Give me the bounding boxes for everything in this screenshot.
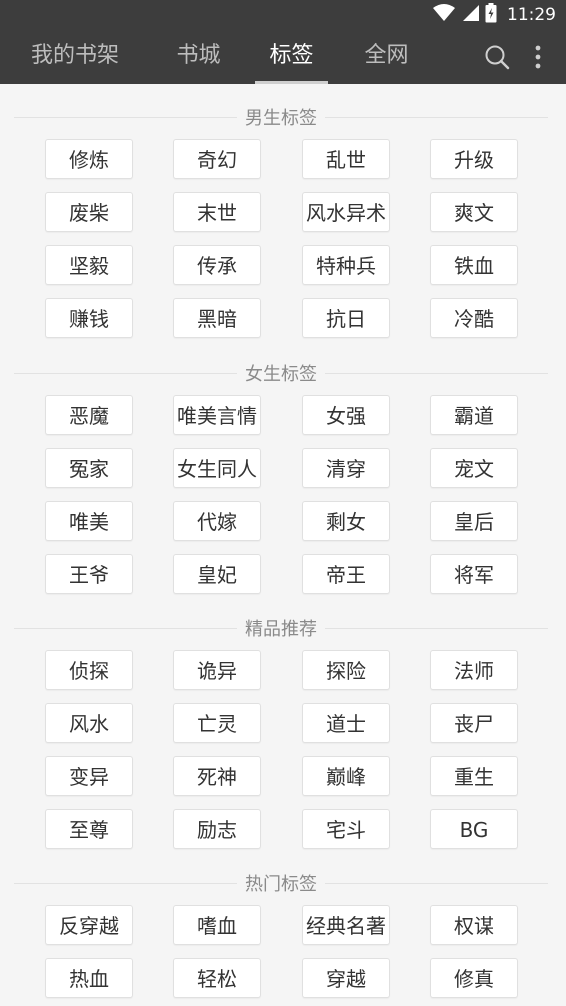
tag-button[interactable]: 剩女 (302, 501, 390, 541)
tag-button[interactable]: 铁血 (430, 245, 518, 285)
tag-button[interactable]: 风水 (45, 703, 133, 743)
tag-button[interactable]: 重生 (430, 756, 518, 796)
tag-button[interactable]: 末世 (173, 192, 261, 232)
tag-button[interactable]: 法师 (430, 650, 518, 690)
tag-button[interactable]: 女生同人 (173, 448, 261, 488)
search-icon[interactable] (483, 43, 511, 71)
tag-button[interactable]: 穿越 (302, 958, 390, 998)
tag-button[interactable]: 死神 (173, 756, 261, 796)
tag-button[interactable]: 赚钱 (45, 298, 133, 338)
tag-button[interactable]: 丧尸 (430, 703, 518, 743)
section-header: 男生标签 (14, 102, 548, 132)
section-header: 女生标签 (14, 358, 548, 388)
tag-button[interactable]: 热血 (45, 958, 133, 998)
tag-button[interactable]: 修炼 (45, 139, 133, 179)
section-header: 精品推荐 (14, 613, 548, 643)
tag-button[interactable]: 嗜血 (173, 905, 261, 945)
tag-button[interactable]: 冤家 (45, 448, 133, 488)
tag-button[interactable]: 唯美 (45, 501, 133, 541)
tag-button[interactable]: 皇后 (430, 501, 518, 541)
tag-button[interactable]: 废柴 (45, 192, 133, 232)
tag-button[interactable]: 巅峰 (302, 756, 390, 796)
tag-button[interactable]: 传承 (173, 245, 261, 285)
tag-button[interactable]: 风水异术 (302, 192, 390, 232)
tag-button[interactable]: 轻松 (173, 958, 261, 998)
tag-button[interactable]: 霸道 (430, 395, 518, 435)
tag-button[interactable]: 宠文 (430, 448, 518, 488)
tab-bookstore[interactable]: 书城 (176, 30, 221, 84)
tag-button[interactable]: 经典名著 (302, 905, 390, 945)
tag-button[interactable]: 宅斗 (302, 809, 390, 849)
tag-button[interactable]: 奇幻 (173, 139, 261, 179)
section-title: 男生标签 (237, 104, 325, 130)
section-title: 女生标签 (237, 360, 325, 386)
tag-button[interactable]: 爽文 (430, 192, 518, 232)
tab-web[interactable]: 全网 (364, 30, 409, 84)
tag-button[interactable]: 抗日 (302, 298, 390, 338)
tag-button[interactable]: 至尊 (45, 809, 133, 849)
tab-tags[interactable]: 标签 (255, 30, 328, 84)
tag-button[interactable]: 修真 (430, 958, 518, 998)
tag-button[interactable]: 皇妃 (173, 554, 261, 594)
tag-button[interactable]: 帝王 (302, 554, 390, 594)
section-header: 热门标签 (14, 868, 548, 898)
tag-button[interactable]: 清穿 (302, 448, 390, 488)
tag-button[interactable]: 恶魔 (45, 395, 133, 435)
tag-list[interactable]: 男生标签修炼 奇幻 乱世 升级废柴 末世 风水异术 爽文坚毅 传承 特种兵 铁血赚钱 黑暗 抗日 冷酷女… (0, 84, 566, 1006)
tag-button[interactable]: 代嫁 (173, 501, 261, 541)
tag-button[interactable]: 黑暗 (173, 298, 261, 338)
tag-button[interactable]: 王爷 (45, 554, 133, 594)
tag-button[interactable]: 反穿越 (45, 905, 133, 945)
tag-button[interactable]: 升级 (430, 139, 518, 179)
tag-button[interactable]: 道士 (302, 703, 390, 743)
tab-bookshelf[interactable]: 我的书架 (30, 30, 120, 84)
tag-button[interactable]: 励志 (173, 809, 261, 849)
status-icons: 11:29 (433, 0, 556, 30)
tag-button[interactable]: 女强 (302, 395, 390, 435)
tag-button[interactable]: 坚毅 (45, 245, 133, 285)
tag-button[interactable]: 冷酷 (430, 298, 518, 338)
tag-button[interactable]: 唯美言情 (173, 395, 261, 435)
more-vertical-icon[interactable] (526, 43, 550, 71)
tag-button[interactable]: 变异 (45, 756, 133, 796)
tag-button[interactable]: 亡灵 (173, 703, 261, 743)
tag-button[interactable]: 将军 (430, 554, 518, 594)
status-bar: 11:29 (0, 0, 566, 30)
top-nav: 我的书架 书城 标签 全网 (0, 30, 566, 84)
tag-button[interactable]: 特种兵 (302, 245, 390, 285)
tag-button[interactable]: 权谋 (430, 905, 518, 945)
wifi-icon (433, 4, 455, 26)
tag-button[interactable]: 诡异 (173, 650, 261, 690)
status-time: 11:29 (507, 5, 556, 25)
tag-button[interactable]: BG (430, 809, 518, 849)
tag-button[interactable]: 乱世 (302, 139, 390, 179)
signal-icon (461, 4, 479, 26)
section-title: 热门标签 (237, 870, 325, 896)
battery-icon (485, 3, 497, 27)
tag-button[interactable]: 侦探 (45, 650, 133, 690)
section-title: 精品推荐 (237, 615, 325, 641)
tag-button[interactable]: 探险 (302, 650, 390, 690)
